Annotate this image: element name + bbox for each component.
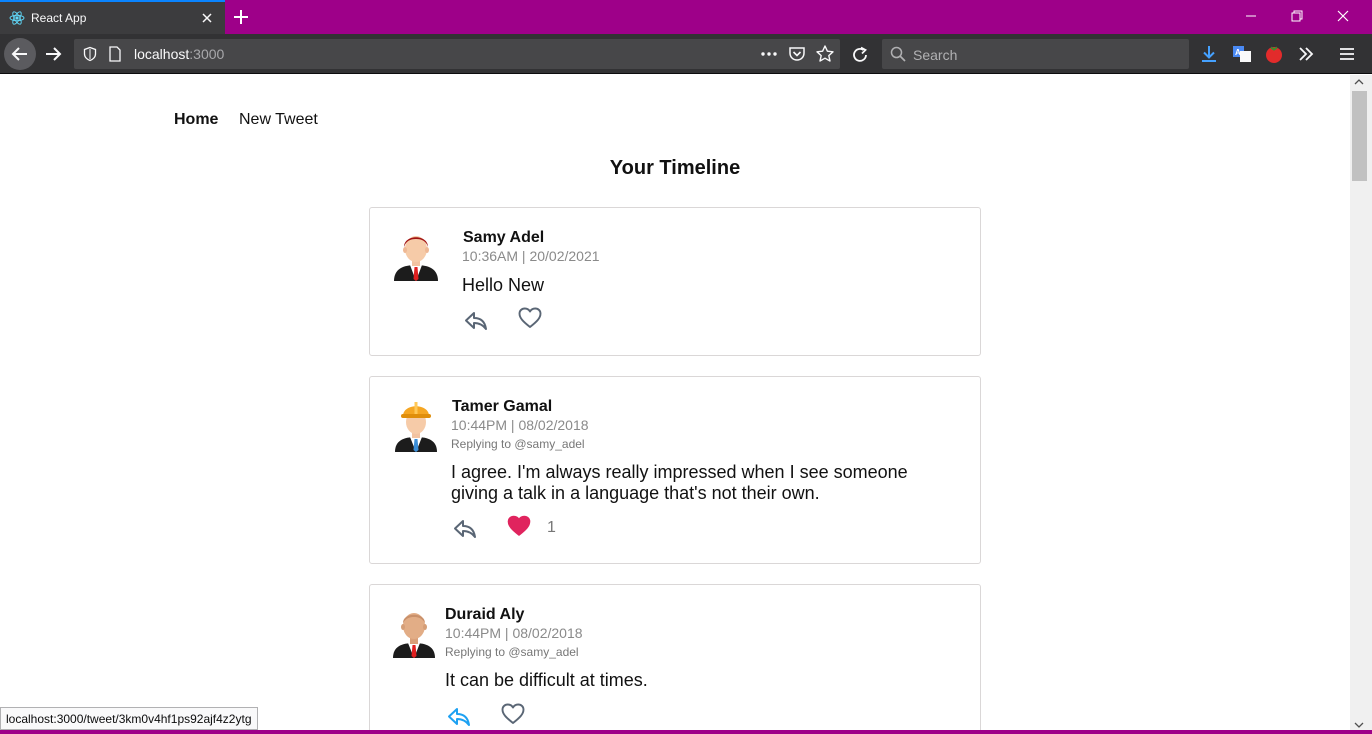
new-tab-icon[interactable] xyxy=(231,7,251,27)
restore-icon[interactable] xyxy=(1274,0,1320,32)
svg-text:A: A xyxy=(1235,48,1241,57)
like-heart-icon[interactable] xyxy=(500,702,526,726)
reload-icon[interactable] xyxy=(849,44,871,66)
tweet-text: I agree. I'm always really impressed whe… xyxy=(451,462,908,503)
tweet-author: Duraid Aly xyxy=(445,606,525,623)
tweet-author: Samy Adel xyxy=(463,229,545,246)
forward-button[interactable] xyxy=(37,38,69,70)
tweet-card[interactable]: Tamer Gamal 10:44PM | 08/02/2018 Replyin… xyxy=(369,376,981,564)
browser-toolbar: localhost:3000 Search xyxy=(0,34,1372,74)
search-icon xyxy=(890,46,906,62)
url-host: localhost xyxy=(134,46,190,62)
like-heart-icon[interactable] xyxy=(517,306,543,330)
translate-icon[interactable]: A xyxy=(1231,43,1253,65)
status-link-preview: localhost:3000/tweet/3km0v4hf1ps92ajf4z2… xyxy=(0,707,258,730)
tweet-author: Tamer Gamal xyxy=(452,398,553,415)
search-input[interactable]: Search xyxy=(913,47,957,63)
forward-arrow-icon xyxy=(46,47,62,61)
window-bottom-border xyxy=(0,730,1372,734)
reply-icon[interactable] xyxy=(452,517,478,541)
page-icon[interactable] xyxy=(108,46,122,62)
back-button[interactable] xyxy=(4,38,36,70)
reply-icon[interactable] xyxy=(446,705,472,729)
search-bar[interactable]: Search xyxy=(882,39,1189,69)
overflow-menu-icon[interactable] xyxy=(1295,43,1317,65)
like-count: 1 xyxy=(547,519,556,536)
scroll-thumb[interactable] xyxy=(1352,91,1367,181)
url-text[interactable]: localhost:3000 xyxy=(134,46,224,62)
replying-to-label[interactable]: Replying to @samy_adel xyxy=(445,645,579,659)
replying-to-label[interactable]: Replying to @samy_adel xyxy=(451,437,585,451)
reply-icon[interactable] xyxy=(463,309,489,333)
bookmark-star-icon[interactable] xyxy=(815,44,835,64)
bald-businessman-avatar-icon xyxy=(393,613,435,658)
minimize-icon[interactable] xyxy=(1228,0,1274,32)
tweet-time: 10:44PM | 08/02/2018 xyxy=(445,625,583,641)
url-port: :3000 xyxy=(189,46,225,62)
page-scrollbar[interactable] xyxy=(1350,75,1372,734)
page-actions-icon[interactable] xyxy=(760,45,778,63)
tweet-time: 10:44PM | 08/02/2018 xyxy=(451,417,589,433)
react-logo-icon xyxy=(9,11,25,25)
close-window-icon[interactable] xyxy=(1320,0,1366,32)
tweet-card[interactable]: Samy Adel 10:36AM | 20/02/2021 Hello New xyxy=(369,207,981,356)
businessman-avatar-icon xyxy=(394,236,438,281)
download-icon[interactable] xyxy=(1198,43,1220,65)
pocket-icon[interactable] xyxy=(788,45,806,63)
liked-heart-icon[interactable] xyxy=(506,514,532,538)
back-arrow-icon xyxy=(11,47,27,61)
tomato-extension-icon[interactable] xyxy=(1263,43,1285,65)
browser-tab[interactable]: React App xyxy=(0,0,225,34)
hamburger-menu-icon[interactable] xyxy=(1336,43,1358,65)
browser-titlebar: React App xyxy=(0,0,1372,34)
scroll-up-arrow-icon[interactable] xyxy=(1354,77,1364,87)
url-bar[interactable]: localhost:3000 xyxy=(74,39,840,69)
tweet-time: 10:36AM | 20/02/2021 xyxy=(462,248,600,264)
tweet-text: Hello New xyxy=(462,275,545,295)
nav-home-link[interactable]: Home xyxy=(174,111,218,129)
tweet-text: It can be difficult at times. xyxy=(445,670,648,690)
shield-icon[interactable] xyxy=(82,46,98,62)
tweet-card[interactable]: Duraid Aly 10:44PM | 08/02/2018 Replying… xyxy=(369,584,981,734)
construction-worker-avatar-icon xyxy=(395,402,437,452)
close-tab-icon[interactable] xyxy=(199,10,215,26)
nav-new-tweet-link[interactable]: New Tweet xyxy=(239,111,318,129)
tab-title: React App xyxy=(31,11,87,25)
page-content: Home New Tweet Your Timeline Samy Adel 1… xyxy=(0,75,1350,734)
page-title: Your Timeline xyxy=(609,157,741,179)
scroll-down-arrow-icon[interactable] xyxy=(1354,720,1364,730)
